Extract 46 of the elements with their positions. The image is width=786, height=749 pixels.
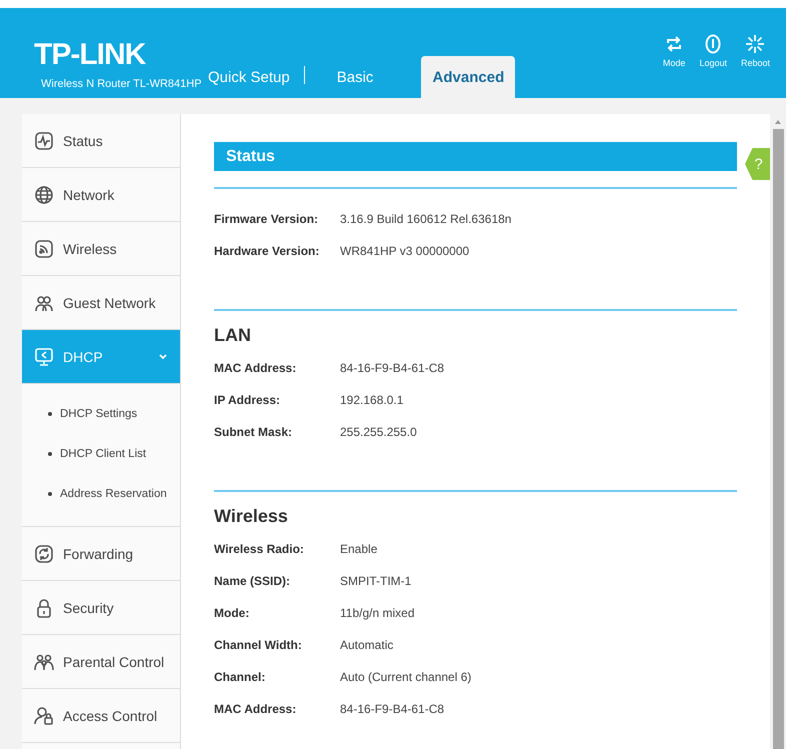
field-value: WR841HP v3 00000000 (340, 244, 470, 258)
field-value: Automatic (340, 638, 394, 652)
field-value: 192.168.0.1 (340, 393, 404, 407)
field-value: 11b/g/n mixed (340, 606, 414, 620)
field-value: 255.255.255.0 (340, 425, 417, 439)
page-title: Status (226, 148, 275, 166)
field-value: SMPIT-TIM-1 (340, 574, 412, 588)
field-label: Hardware Version: (214, 244, 320, 258)
bullet-icon (48, 452, 52, 456)
lock-icon (34, 598, 54, 618)
field-value: 3.16.9 Build 160612 Rel.63618n (340, 212, 512, 226)
submenu-link[interactable]: DHCP Client List (22, 434, 180, 474)
field-label: Firmware Version: (214, 212, 320, 226)
submenu-link[interactable]: DHCP Settings (22, 394, 180, 434)
refresh-icon (34, 544, 54, 564)
model-name: Wireless N Router TL-WR841HP (41, 78, 200, 90)
scroll-thumb[interactable] (772, 129, 784, 749)
field-label: Subnet Mask: (214, 425, 294, 439)
logo: TP-LINK (34, 40, 147, 70)
field-label: MAC Address: (214, 702, 298, 716)
pulse-icon (34, 130, 54, 150)
user-lock-icon (34, 706, 54, 726)
submenu-link[interactable]: Address Reservation (22, 474, 180, 514)
field-label: Wireless Radio: (214, 542, 305, 556)
nav-tab[interactable]: Advanced (421, 56, 516, 98)
section-heading: LAN (214, 325, 252, 346)
chevron-down-icon (158, 352, 168, 362)
field-value: Enable (340, 542, 378, 556)
field-value: 84-16-F9-B4-61-C8 (340, 702, 444, 716)
field-label: MAC Address: (214, 361, 298, 375)
sparkle-icon (745, 34, 766, 54)
field-label: Mode: (214, 606, 250, 620)
field-label: Channel Width: (214, 638, 303, 652)
field-label: Channel: (214, 670, 266, 684)
section-heading: Wireless (214, 506, 289, 527)
monitor-icon (34, 346, 54, 366)
field-value: Auto (Current channel 6) (340, 670, 472, 684)
field-label: IP Address: (214, 393, 282, 407)
wifi-icon (34, 238, 54, 258)
power-icon (703, 34, 724, 54)
globe-icon (34, 184, 54, 204)
field-label: Name (SSID): (214, 574, 292, 588)
field-value: 84-16-F9-B4-61-C8 (340, 361, 444, 375)
people-icon (34, 652, 54, 672)
bullet-icon (48, 492, 52, 496)
bullet-icon (48, 412, 52, 416)
